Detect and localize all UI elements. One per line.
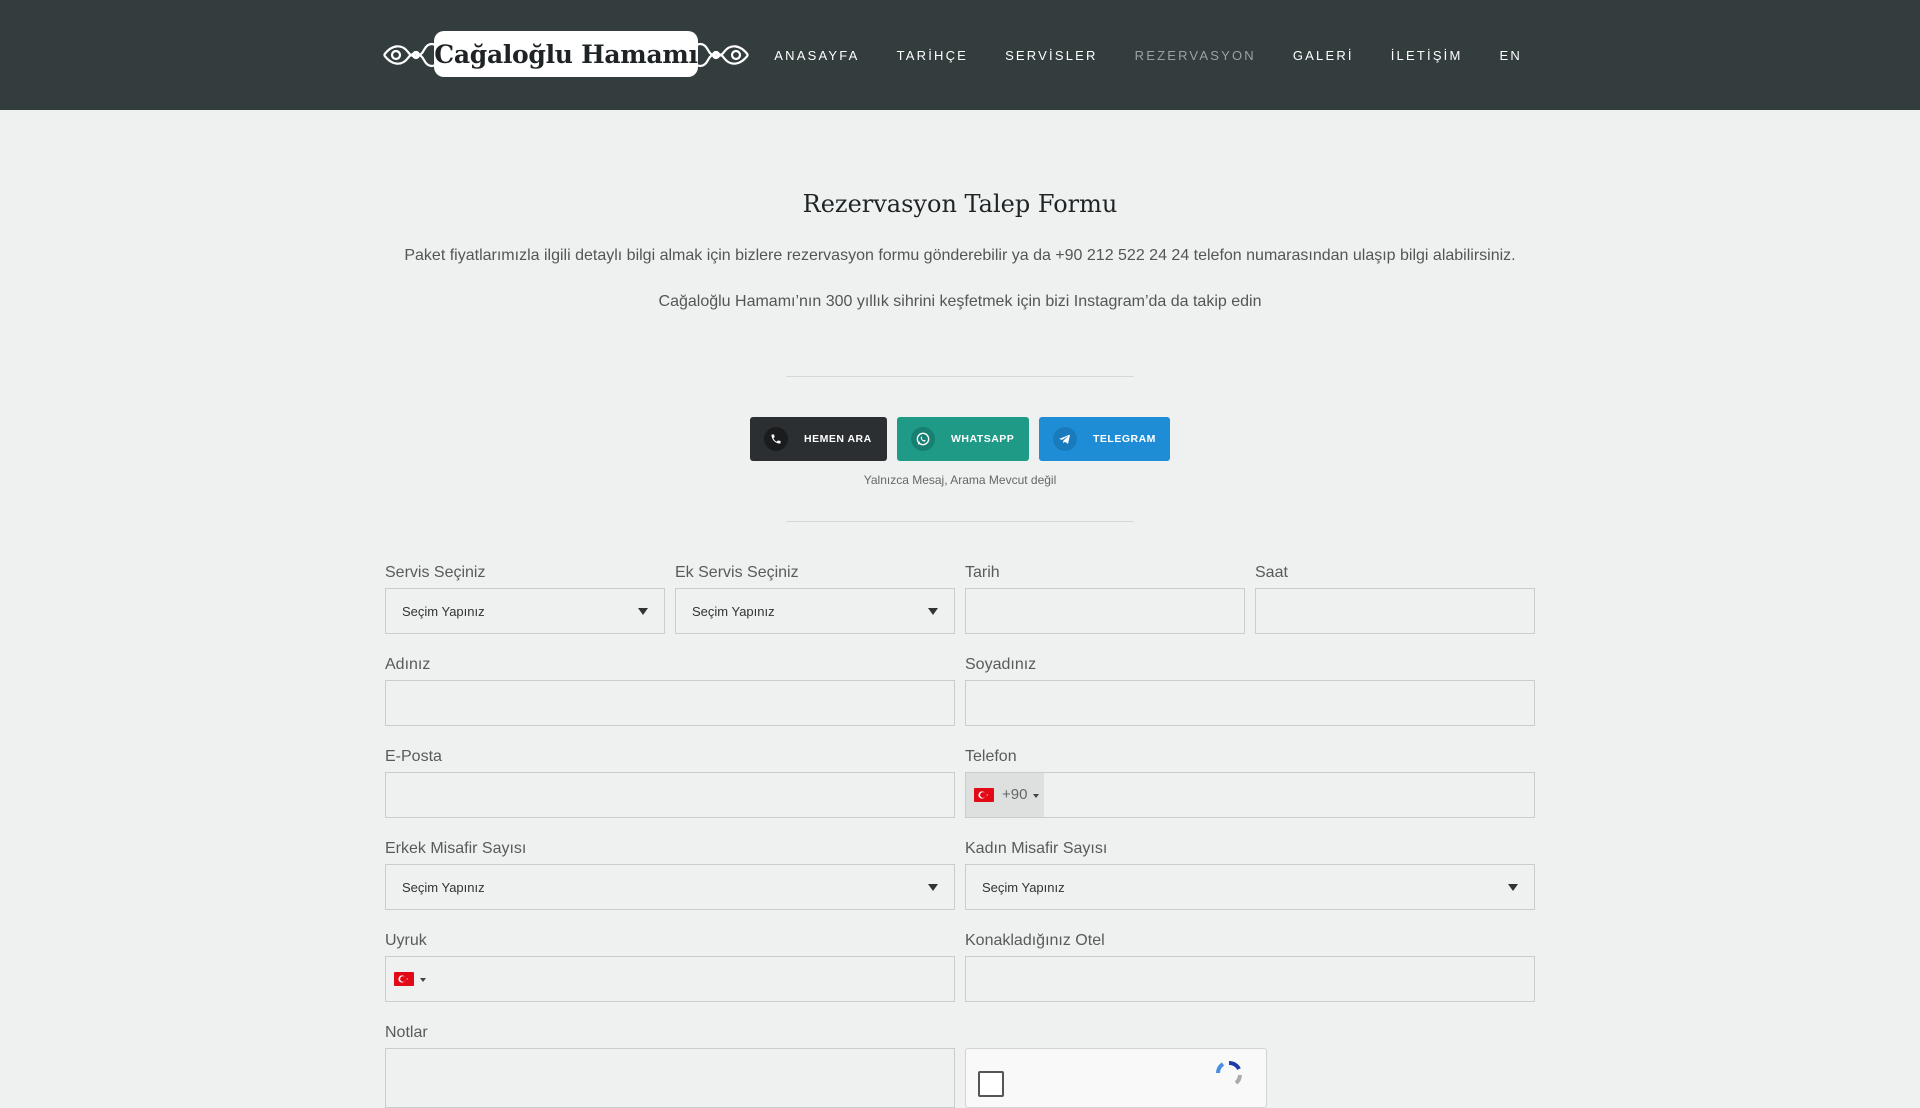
service-select-value: Seçim Yapınız: [402, 603, 485, 619]
female-guests-label: Kadın Misafir Sayısı: [965, 840, 1108, 857]
main-nav: ANASAYFA TARİHÇE SERVİSLER REZERVASYON G…: [737, 0, 1522, 110]
nav-gallery[interactable]: GALERİ: [1293, 48, 1354, 63]
phone-input[interactable]: +90: [965, 772, 1535, 818]
nav-services[interactable]: SERVİSLER: [1005, 48, 1098, 63]
hotel-input[interactable]: [965, 956, 1535, 1002]
female-guests-select[interactable]: Seçim Yapınız: [965, 864, 1535, 910]
female-guests-value: Seçim Yapınız: [982, 879, 1065, 895]
phone-country-select[interactable]: +90: [966, 773, 1044, 817]
recaptcha-widget: [965, 1048, 1267, 1108]
site-header: Cağaloğlu Hamamı ANASAYFA TARİHÇE SERVİS…: [0, 0, 1920, 110]
last-name-label: Soyadınız: [965, 656, 1037, 673]
hotel-label: Konakladığınız Otel: [965, 932, 1105, 949]
nationality-input[interactable]: [385, 956, 955, 1002]
time-input[interactable]: [1255, 588, 1535, 634]
nav-home[interactable]: ANASAYFA: [774, 48, 859, 63]
date-label: Tarih: [965, 564, 1000, 581]
service-select[interactable]: Seçim Yapınız: [385, 588, 665, 634]
chevron-down-icon: [928, 884, 938, 891]
logo-text: Cağaloğlu Hamamı: [434, 31, 698, 77]
divider: [786, 521, 1134, 522]
nav-language-en[interactable]: EN: [1500, 48, 1522, 63]
recaptcha-checkbox[interactable]: [978, 1071, 1004, 1097]
nav-contact[interactable]: İLETİŞİM: [1391, 48, 1463, 63]
chevron-down-icon: [1033, 794, 1039, 798]
extra-service-select-value: Seçim Yapınız: [692, 603, 775, 619]
divider: [786, 376, 1134, 377]
nationality-label: Uyruk: [385, 932, 427, 949]
telegram-button[interactable]: TELEGRAM: [1039, 417, 1170, 461]
whatsapp-button[interactable]: WHATSAPP: [897, 417, 1029, 461]
last-name-input[interactable]: [965, 680, 1535, 726]
telegram-icon: [1053, 427, 1077, 451]
service-label: Servis Seçiniz: [385, 564, 486, 581]
chevron-down-icon: [928, 608, 938, 615]
turkey-flag-icon[interactable]: [394, 972, 414, 986]
message-only-note: Yalnızca Mesaj, Arama Mevcut değil: [863, 473, 1057, 487]
whatsapp-label: WHATSAPP: [951, 433, 1015, 445]
nav-reservation[interactable]: REZERVASYON: [1135, 48, 1256, 63]
notes-label: Notlar: [385, 1024, 428, 1041]
phone-icon: [764, 427, 788, 451]
nav-history[interactable]: TARİHÇE: [897, 48, 969, 63]
extra-service-select[interactable]: Seçim Yapınız: [675, 588, 955, 634]
first-name-input[interactable]: [385, 680, 955, 726]
male-guests-label: Erkek Misafir Sayısı: [385, 840, 527, 857]
email-input[interactable]: [385, 772, 955, 818]
first-name-label: Adınız: [385, 656, 431, 673]
call-now-label: HEMEN ARA: [804, 433, 872, 445]
phone-code: +90: [1002, 786, 1028, 803]
chevron-down-icon: [1508, 884, 1518, 891]
page-title: Rezervasyon Talep Formu: [802, 190, 1118, 218]
chevron-down-icon: [638, 608, 648, 615]
male-guests-select[interactable]: Seçim Yapınız: [385, 864, 955, 910]
male-guests-value: Seçim Yapınız: [402, 879, 485, 895]
time-label: Saat: [1255, 564, 1288, 581]
chevron-down-icon: [420, 978, 426, 982]
date-input[interactable]: [965, 588, 1245, 634]
instagram-text[interactable]: Cağaloğlu Hamamı’nın 300 yıllık sihrini …: [0, 293, 1920, 311]
telegram-label: TELEGRAM: [1093, 433, 1156, 445]
phone-label: Telefon: [965, 748, 1017, 765]
whatsapp-icon: [911, 427, 935, 451]
intro-text: Paket fiyatlarımızla ilgili detaylı bilg…: [404, 247, 1516, 264]
recaptcha-icon: [1216, 1061, 1242, 1085]
call-now-button[interactable]: HEMEN ARA: [750, 417, 887, 461]
email-label: E-Posta: [385, 748, 442, 765]
turkey-flag-icon: [974, 788, 994, 802]
extra-service-label: Ek Servis Seçiniz: [675, 564, 799, 581]
notes-textarea[interactable]: [385, 1048, 955, 1108]
site-logo[interactable]: Cağaloğlu Hamamı: [382, 28, 750, 82]
